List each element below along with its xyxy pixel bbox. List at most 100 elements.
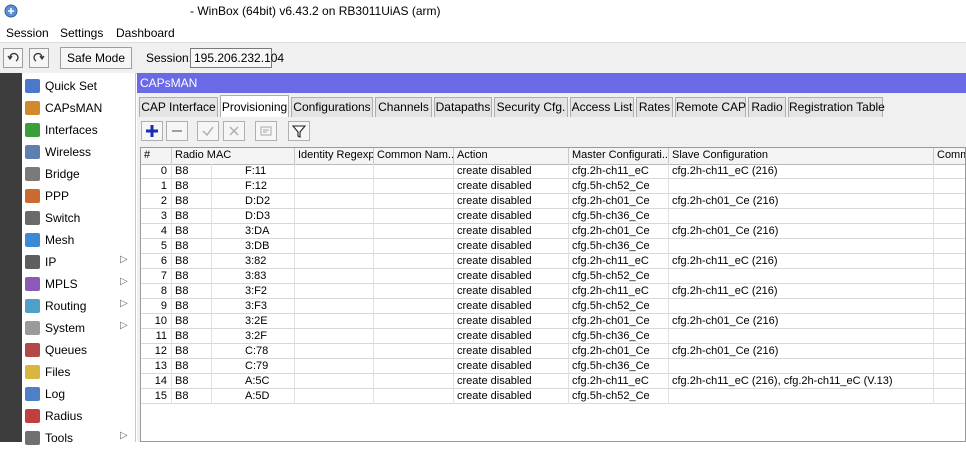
table-row[interactable]: 15 B8 A:5D create disabled cfg.5h-ch52_Ce	[141, 389, 965, 404]
column-header[interactable]: Radio MAC	[172, 148, 295, 164]
table-row[interactable]: 9 B8 3:F3 create disabled cfg.5h-ch52_Ce	[141, 299, 965, 314]
tab-provisioning[interactable]: Provisioning	[220, 95, 289, 117]
table-row[interactable]: 3 B8 D:D3 create disabled cfg.5h-ch36_Ce	[141, 209, 965, 224]
column-header[interactable]: Master Configurati...	[569, 148, 669, 164]
table-cell	[669, 269, 934, 284]
table-cell	[374, 224, 454, 239]
table-cell: 0	[141, 164, 172, 179]
table-row[interactable]: 11 B8 3:2F create disabled cfg.5h-ch36_Ce	[141, 329, 965, 344]
sidebar-item-routing[interactable]: Routing ▷	[22, 295, 135, 317]
tab-cap-interface[interactable]: CAP Interface	[139, 97, 218, 117]
session-address-field[interactable]: 195.206.232.104	[190, 48, 284, 68]
disable-button[interactable]	[223, 121, 245, 141]
column-header[interactable]: Action	[454, 148, 569, 164]
sidebar-item-mesh[interactable]: Mesh	[22, 229, 135, 251]
sidebar-item-ip[interactable]: IP ▷	[22, 251, 135, 273]
menu-session[interactable]: Session	[6, 26, 49, 40]
sidebar-item-wireless[interactable]: Wireless	[22, 141, 135, 163]
table-cell	[934, 179, 965, 194]
undo-button[interactable]	[3, 48, 23, 68]
sidebar-item-bridge[interactable]: Bridge	[22, 163, 135, 185]
tab-radio[interactable]: Radio	[748, 97, 786, 117]
table-row[interactable]: 5 B8 3:DB create disabled cfg.5h-ch36_Ce	[141, 239, 965, 254]
tab-remote-cap[interactable]: Remote CAP	[675, 97, 746, 117]
tab-datapaths[interactable]: Datapaths	[434, 97, 492, 117]
sidebar-item-quick-set[interactable]: Quick Set	[22, 75, 135, 97]
table-row[interactable]: 4 B8 3:DA create disabled cfg.2h-ch01_Ce cfg.…	[141, 224, 965, 239]
sidebar-item-label: IP	[45, 255, 57, 269]
table-row[interactable]: 6 B8 3:82 create disabled cfg.2h-ch11_eC cfg.…	[141, 254, 965, 269]
redo-button[interactable]	[29, 48, 49, 68]
tab-security-cfg[interactable]: Security Cfg.	[494, 97, 568, 117]
tab-configurations[interactable]: Configurations	[291, 97, 373, 117]
sidebar-item-interfaces[interactable]: Interfaces	[22, 119, 135, 141]
sidebar-menu: Quick Set CAPsMAN Interfaces Wireless Bridge…	[22, 73, 136, 445]
column-header[interactable]: Comme	[934, 148, 965, 164]
menu-settings[interactable]: Settings	[60, 26, 103, 40]
table-cell: 12	[141, 344, 172, 359]
sidebar-item-radius[interactable]: Radius	[22, 405, 135, 427]
sidebar-item-switch[interactable]: Switch	[22, 207, 135, 229]
column-header[interactable]: Slave Configuration	[669, 148, 934, 164]
table-cell	[934, 254, 965, 269]
table-cell: cfg.2h-ch01_Ce	[569, 344, 669, 359]
table-cell: cfg.2h-ch11_eC (216), cfg.2h-ch11_eC (V.…	[669, 374, 934, 389]
column-header[interactable]: #	[141, 148, 172, 164]
sidebar-item-ppp[interactable]: PPP	[22, 185, 135, 207]
menu-dashboard[interactable]: Dashboard	[116, 26, 175, 40]
table-cell: cfg.2h-ch01_Ce (216)	[669, 314, 934, 329]
tab-access-list[interactable]: Access List	[570, 97, 634, 117]
table-cell: B8	[172, 209, 212, 224]
sidebar-item-queues[interactable]: Queues	[22, 339, 135, 361]
capsman-title: CAPsMAN	[140, 76, 198, 90]
add-icon	[146, 125, 158, 137]
column-header[interactable]: Common Nam...	[374, 148, 454, 164]
table-row[interactable]: 7 B8 3:83 create disabled cfg.5h-ch52_Ce	[141, 269, 965, 284]
tab-channels[interactable]: Channels	[375, 97, 432, 117]
sidebar-item-tools[interactable]: Tools ▷	[22, 427, 135, 449]
sidebar-item-capsman[interactable]: CAPsMAN	[22, 97, 135, 119]
table-cell: D:D2	[242, 194, 295, 209]
table-cell: cfg.5h-ch36_Ce	[569, 359, 669, 374]
table-cell: create disabled	[454, 269, 569, 284]
safe-mode-button[interactable]: Safe Mode	[60, 47, 132, 69]
table-cell	[669, 179, 934, 194]
remove-icon	[172, 130, 182, 132]
tools-icon	[25, 431, 40, 445]
sidebar-item-mpls[interactable]: MPLS ▷	[22, 273, 135, 295]
enable-button[interactable]	[197, 121, 219, 141]
table-cell: cfg.2h-ch11_eC	[569, 164, 669, 179]
tab-rates[interactable]: Rates	[636, 97, 673, 117]
table-cell	[295, 269, 374, 284]
table-cell: create disabled	[454, 194, 569, 209]
sidebar-item-label: CAPsMAN	[45, 101, 103, 115]
remove-button[interactable]	[166, 121, 188, 141]
table-cell	[934, 209, 965, 224]
table-row[interactable]: 13 B8 C:79 create disabled cfg.5h-ch36_Ce	[141, 359, 965, 374]
table-row[interactable]: 0 B8 F:11 create disabled cfg.2h-ch11_eC cfg.…	[141, 164, 965, 179]
table-header: # Radio MAC Identity Regexp Common Nam... Ac…	[141, 148, 965, 165]
sidebar-item-system[interactable]: System ▷	[22, 317, 135, 339]
comment-button[interactable]	[255, 121, 277, 141]
tab-registration-table[interactable]: Registration Table	[788, 97, 885, 117]
table-row[interactable]: 12 B8 C:78 create disabled cfg.2h-ch01_Ce cfg…	[141, 344, 965, 359]
column-header[interactable]: Identity Regexp	[295, 148, 374, 164]
system-icon	[25, 321, 40, 335]
table-cell	[374, 314, 454, 329]
table-cell: cfg.5h-ch36_Ce	[569, 239, 669, 254]
add-button[interactable]	[141, 121, 163, 141]
table-cell: B8	[172, 329, 212, 344]
sidebar-item-label: Wireless	[45, 145, 92, 159]
table-cell: 3:DB	[242, 239, 295, 254]
table-row[interactable]: 8 B8 3:F2 create disabled cfg.2h-ch11_eC cfg.…	[141, 284, 965, 299]
submenu-arrow-icon: ▷	[120, 430, 128, 441]
table-row[interactable]: 10 B8 3:2E create disabled cfg.2h-ch01_Ce cfg…	[141, 314, 965, 329]
table-cell	[934, 269, 965, 284]
table-row[interactable]: 14 B8 A:5C create disabled cfg.2h-ch11_eC cfg…	[141, 374, 965, 389]
table-row[interactable]: 1 B8 F:12 create disabled cfg.5h-ch52_Ce	[141, 179, 965, 194]
sidebar-item-files[interactable]: Files	[22, 361, 135, 383]
sidebar-item-log[interactable]: Log	[22, 383, 135, 405]
table-cell	[669, 209, 934, 224]
filter-button[interactable]	[288, 121, 310, 141]
table-row[interactable]: 2 B8 D:D2 create disabled cfg.2h-ch01_Ce cfg.…	[141, 194, 965, 209]
